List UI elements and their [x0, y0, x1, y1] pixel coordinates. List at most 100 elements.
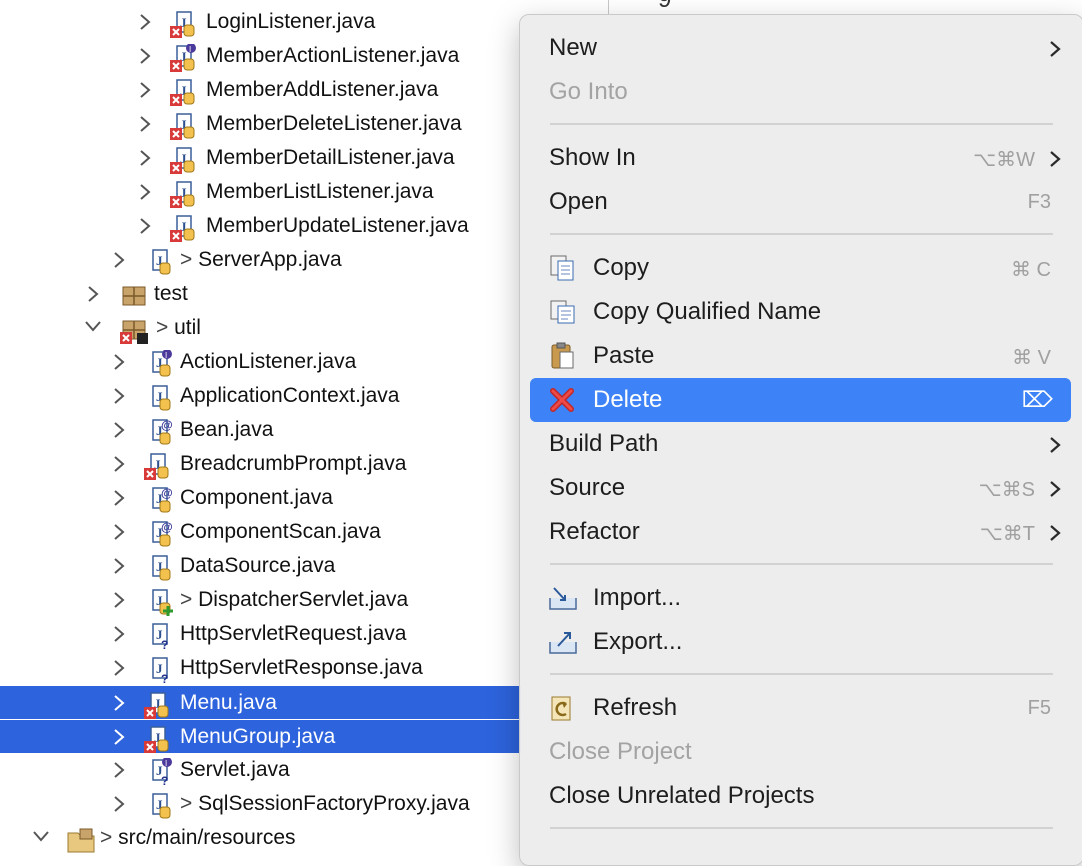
menu-item-close-project[interactable]: Close Project [530, 730, 1071, 774]
chevron-right-icon[interactable] [138, 81, 154, 99]
java-file-icon: J [146, 554, 174, 582]
menu-item-label: Paste [593, 342, 655, 369]
tree-row-menugroup-selected[interactable]: J MenuGroup.java [0, 720, 521, 753]
source-folder-icon [66, 826, 95, 854]
chevron-right-icon[interactable] [112, 421, 128, 439]
java-file-error-icon: J [170, 214, 198, 242]
java-file-error-icon: J [170, 10, 198, 38]
java-annotation-icon: J @ [146, 520, 174, 548]
svg-text:I: I [165, 759, 167, 768]
menu-separator [550, 673, 1053, 675]
paste-icon [548, 342, 578, 370]
java-interface-icon: JI [146, 349, 174, 378]
menu-item-label: Open [549, 188, 608, 215]
java-file-added-icon: J [146, 588, 174, 616]
menu-item-label: Delete [593, 386, 663, 413]
tree-row-label: HttpServletResponse.java [180, 656, 423, 679]
import-icon [548, 584, 578, 612]
tree-row-label: Menu.java [180, 691, 277, 714]
chevron-right-icon[interactable] [112, 728, 128, 746]
menu-item-export[interactable]: Export... [530, 620, 1071, 664]
chevron-right-icon[interactable] [86, 285, 102, 303]
chevron-right-icon[interactable] [138, 47, 154, 65]
copy-qualified-name-icon [548, 298, 578, 326]
chevron-right-icon[interactable] [112, 761, 128, 779]
chevron-right-icon[interactable] [138, 149, 154, 167]
java-file-error-icon: J [170, 78, 198, 106]
menu-item-source[interactable]: Source ⌥⌘S [530, 466, 1071, 510]
java-file-error-icon: J [144, 725, 172, 753]
package-icon [120, 282, 148, 310]
tree-row-label: Bean.java [180, 418, 274, 441]
menu-item-new[interactable]: New [530, 26, 1071, 70]
menu-item-delete[interactable]: Delete ⌦ [530, 378, 1071, 422]
java-file-error-icon: J [170, 112, 198, 140]
svg-text:@: @ [161, 520, 173, 534]
tree-row-label: MemberListListener.java [206, 180, 434, 203]
java-file-icon: J [146, 248, 174, 276]
chevron-right-icon[interactable] [112, 455, 128, 473]
chevron-right-icon[interactable] [138, 13, 154, 31]
modified-marker: > [180, 792, 193, 815]
chevron-right-icon[interactable] [112, 523, 128, 541]
menu-separator [550, 563, 1053, 565]
java-interface-unknown-icon: J I? [146, 757, 174, 788]
menu-item-build-path[interactable]: Build Path [530, 422, 1071, 466]
menu-item-paste[interactable]: Paste ⌘ V [530, 334, 1071, 378]
tree-row-label: > DispatcherServlet.java [180, 588, 408, 612]
submenu-arrow-icon [1049, 480, 1061, 498]
forward-delete-key-icon: ⌦ [1021, 387, 1053, 412]
chevron-right-icon[interactable] [112, 795, 128, 813]
menu-item-label: New [549, 34, 598, 61]
svg-text:?: ? [161, 672, 168, 684]
chevron-right-icon[interactable] [138, 183, 154, 201]
java-file-unknown-icon: J? [146, 656, 174, 686]
menu-separator [550, 123, 1053, 125]
chevron-right-icon[interactable] [112, 694, 128, 712]
chevron-right-icon[interactable] [112, 387, 128, 405]
menu-item-label: Copy [593, 254, 650, 281]
submenu-arrow-icon [1049, 150, 1061, 168]
tree-row-label: > ServerApp.java [180, 248, 342, 272]
chevron-right-icon[interactable] [112, 625, 128, 643]
tree-row-label: Component.java [180, 486, 333, 509]
tree-row-label: LoginListener.java [206, 10, 376, 33]
tree-row-label: MemberDetailListener.java [206, 146, 455, 169]
menu-item-close-unrelated-projects[interactable]: Close Unrelated Projects [530, 774, 1071, 818]
modified-marker: > [180, 248, 193, 271]
menu-item-refresh[interactable]: Refresh F5 [530, 686, 1071, 730]
tree-row-label: MemberAddListener.java [206, 78, 439, 101]
menu-item-refactor[interactable]: Refactor ⌥⌘T [530, 510, 1071, 554]
menu-item-open[interactable]: Open F3 [530, 180, 1071, 224]
java-file-icon: J [146, 792, 174, 820]
menu-item-label: Source [549, 474, 626, 501]
chevron-right-icon[interactable] [112, 489, 128, 507]
chevron-down-icon[interactable] [84, 319, 101, 337]
menu-item-import[interactable]: Import... [530, 576, 1071, 620]
chevron-down-icon[interactable] [32, 829, 49, 847]
tree-row-label: ApplicationContext.java [180, 384, 400, 407]
chevron-right-icon[interactable] [112, 659, 128, 677]
menu-item-go-into[interactable]: Go Into [530, 70, 1071, 114]
tree-row-menu-selected[interactable]: J Menu.java [0, 686, 521, 719]
tree-row-text: ServerApp.java [198, 248, 342, 271]
menu-item-show-in[interactable]: Show In ⌥⌘W [530, 136, 1071, 180]
chevron-right-icon[interactable] [112, 251, 128, 269]
chevron-right-icon[interactable] [112, 353, 128, 371]
menu-item-copy-qualified-name[interactable]: Copy Qualified Name [530, 290, 1071, 334]
menu-item-label: Build Path [549, 430, 659, 457]
java-file-error-icon: J [170, 146, 198, 174]
tree-row-label: Servlet.java [180, 758, 290, 781]
chevron-right-icon[interactable] [112, 591, 128, 609]
chevron-right-icon[interactable] [138, 115, 154, 133]
svg-text:I: I [165, 351, 167, 360]
menu-item-shortcut: ⌥⌘S [978, 479, 1035, 501]
submenu-arrow-icon [1049, 40, 1061, 58]
java-file-icon: J [146, 384, 174, 412]
menu-item-copy[interactable]: Copy ⌘ C [530, 246, 1071, 290]
tree-row-label: HttpServletRequest.java [180, 622, 407, 645]
tree-row-label: MemberActionListener.java [206, 44, 460, 67]
tree-row-label: MenuGroup.java [180, 725, 336, 748]
chevron-right-icon[interactable] [138, 217, 154, 235]
chevron-right-icon[interactable] [112, 557, 128, 575]
